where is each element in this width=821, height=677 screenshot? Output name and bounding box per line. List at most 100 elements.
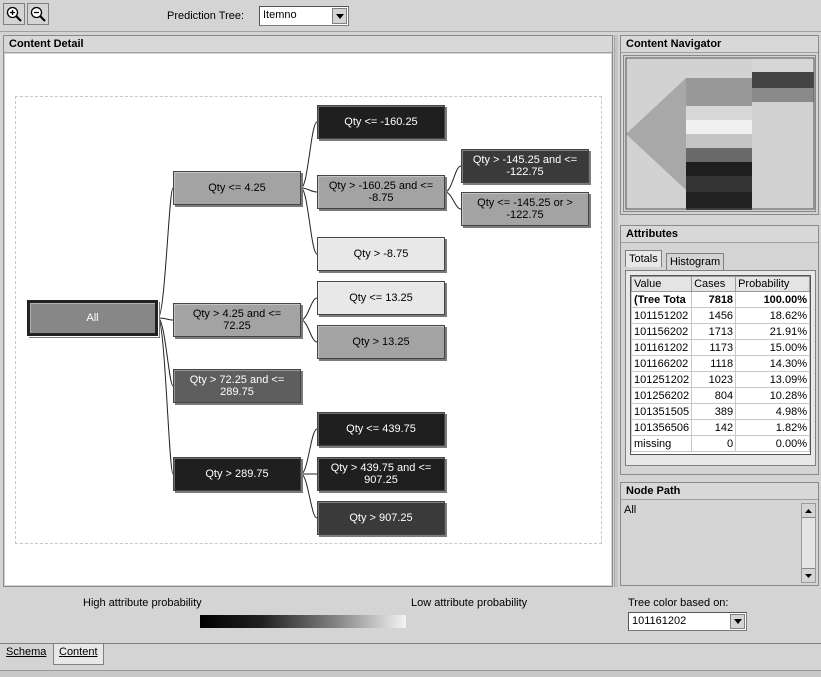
tree-node-qty-le-neg160-25[interactable]: Qty <= -160.25	[317, 105, 445, 139]
cell-cases: 1023	[691, 371, 737, 388]
cell-cases: 389	[691, 403, 737, 420]
cell-value: (Tree Tota	[631, 291, 693, 308]
tree-node-qty-gt-289-75[interactable]: Qty > 289.75	[173, 457, 301, 491]
node-path-panel: Node Path All	[620, 482, 819, 586]
cell-probability: 15.00%	[735, 339, 810, 356]
cell-probability: 14.30%	[735, 355, 810, 372]
totals-table-container: Value Cases Probability (Tree Tota 7818 …	[630, 275, 811, 455]
cell-probability: 10.28%	[735, 387, 810, 404]
probability-gradient	[200, 615, 406, 628]
table-row[interactable]: 101156202 1713 21.91%	[631, 323, 810, 340]
cell-value: 101256202	[631, 387, 693, 404]
table-row[interactable]: 101356506 142 1.82%	[631, 419, 810, 436]
content-detail-panel: Content Detail All Qty <= 4.25 Qty > 4.2…	[3, 35, 613, 587]
table-row[interactable]: 101251202 1023 13.09%	[631, 371, 810, 388]
cell-cases: 1173	[691, 339, 737, 356]
tree-node-qty-72-25-to-289-75[interactable]: Qty > 72.25 and <= 289.75	[173, 369, 301, 403]
cell-value: 101156202	[631, 323, 693, 340]
status-strip	[0, 670, 821, 677]
cell-value: 101251202	[631, 371, 693, 388]
table-row[interactable]: 101351505 389 4.98%	[631, 403, 810, 420]
cell-cases: 1713	[691, 323, 737, 340]
cell-probability: 18.62%	[735, 307, 810, 324]
legend-bar: High attribute probability Low attribute…	[0, 589, 821, 641]
tree-node-qty-le-4-25[interactable]: Qty <= 4.25	[173, 171, 301, 205]
tree-color-select[interactable]: 101161202	[628, 612, 747, 631]
chevron-down-icon[interactable]	[730, 614, 745, 629]
tree-node-qty-4-25-to-72-25[interactable]: Qty > 4.25 and <= 72.25	[173, 303, 301, 337]
table-row[interactable]: (Tree Tota 7818 100.00%	[631, 291, 810, 308]
attributes-panel: Attributes Totals Histogram Value Cases …	[620, 225, 819, 475]
tree-node-qty-gt-907-25[interactable]: Qty > 907.25	[317, 501, 445, 535]
node-path-scrollbar[interactable]	[801, 503, 816, 583]
cell-cases: 142	[691, 419, 737, 436]
table-row[interactable]: 101166202 1118 14.30%	[631, 355, 810, 372]
zoom-out-button[interactable]	[27, 3, 49, 25]
tree-node-qty-le-439-75[interactable]: Qty <= 439.75	[317, 412, 445, 446]
tree-node-qty-gt-neg8-75[interactable]: Qty > -8.75	[317, 237, 445, 271]
cell-value: 101351505	[631, 403, 693, 420]
tree-node-qty-439-75-to-907-25[interactable]: Qty > 439.75 and <= 907.25	[317, 457, 445, 491]
high-probability-label: High attribute probability	[83, 597, 202, 609]
cell-cases: 7818	[691, 291, 737, 308]
cell-cases: 804	[691, 387, 737, 404]
attributes-title: Attributes	[621, 226, 818, 243]
table-row[interactable]: missing 0 0.00%	[631, 435, 810, 452]
tree-color-label: Tree color based on:	[628, 597, 729, 609]
column-header-value[interactable]: Value	[631, 276, 693, 292]
zoom-out-icon	[30, 6, 46, 22]
column-header-cases[interactable]: Cases	[691, 276, 737, 292]
zoom-in-icon	[6, 6, 22, 22]
column-header-probability[interactable]: Probability	[735, 276, 810, 292]
content-detail-title: Content Detail	[4, 36, 612, 53]
node-path-title: Node Path	[621, 483, 818, 500]
chevron-down-icon[interactable]	[332, 8, 347, 24]
cell-value: missing	[631, 435, 693, 452]
tree-node-qty-neg160-25-to-neg8-75[interactable]: Qty > -160.25 and <= -8.75	[317, 175, 445, 209]
cell-probability: 21.91%	[735, 323, 810, 340]
cell-cases: 0	[691, 435, 737, 452]
prediction-tree-value: Itemno	[263, 9, 297, 21]
scroll-down-icon[interactable]	[802, 568, 815, 582]
tree-node-qty-gt-13-25[interactable]: Qty > 13.25	[317, 325, 445, 359]
tree-node-all[interactable]: All	[26, 299, 159, 337]
totals-table-frame: Value Cases Probability (Tree Tota 7818 …	[625, 270, 816, 466]
cell-probability: 100.00%	[735, 291, 810, 308]
tree-canvas[interactable]: All Qty <= 4.25 Qty > 4.25 and <= 72.25 …	[5, 54, 611, 585]
toolbar: Prediction Tree: Itemno	[0, 0, 821, 32]
prediction-tree-label: Prediction Tree:	[167, 10, 245, 22]
navigator-thumbnail	[624, 56, 815, 211]
tab-totals[interactable]: Totals	[625, 250, 662, 267]
tree-node-qty-le-13-25[interactable]: Qty <= 13.25	[317, 281, 445, 315]
node-path-value: All	[624, 504, 637, 516]
vertical-splitter[interactable]	[614, 35, 618, 587]
navigator-minimap[interactable]	[623, 55, 816, 212]
scroll-up-icon[interactable]	[802, 504, 815, 518]
table-row[interactable]: 101256202 804 10.28%	[631, 387, 810, 404]
cell-cases: 1456	[691, 307, 737, 324]
cell-cases: 1118	[691, 355, 737, 372]
tree-color-value: 101161202	[632, 615, 687, 627]
cell-value: 101161202	[631, 339, 693, 356]
tree-node-qty-neg145-25-to-neg122-75[interactable]: Qty > -145.25 and <= -122.75	[461, 149, 589, 183]
table-row[interactable]: 101151202 1456 18.62%	[631, 307, 810, 324]
tab-content[interactable]: Content	[53, 644, 104, 665]
cell-probability: 13.09%	[735, 371, 810, 388]
content-navigator-panel: Content Navigator	[620, 35, 819, 215]
tab-histogram[interactable]: Histogram	[666, 253, 725, 270]
prediction-tree-select[interactable]: Itemno	[259, 6, 349, 26]
cell-value: 101166202	[631, 355, 693, 372]
cell-probability: 1.82%	[735, 419, 810, 436]
cell-probability: 4.98%	[735, 403, 810, 420]
tree-node-qty-le-neg145-25-or[interactable]: Qty <= -145.25 or > -122.75	[461, 192, 589, 226]
cell-value: 101151202	[631, 307, 693, 324]
low-probability-label: Low attribute probability	[411, 597, 528, 609]
content-navigator-title: Content Navigator	[621, 36, 818, 53]
tab-strip-line	[0, 643, 821, 644]
tab-schema[interactable]: Schema	[4, 646, 48, 658]
totals-table: Value Cases Probability (Tree Tota 7818 …	[631, 276, 810, 452]
cell-value: 101356506	[631, 419, 693, 436]
zoom-in-button[interactable]	[3, 3, 25, 25]
cell-probability: 0.00%	[735, 435, 810, 452]
table-row[interactable]: 101161202 1173 15.00%	[631, 339, 810, 356]
